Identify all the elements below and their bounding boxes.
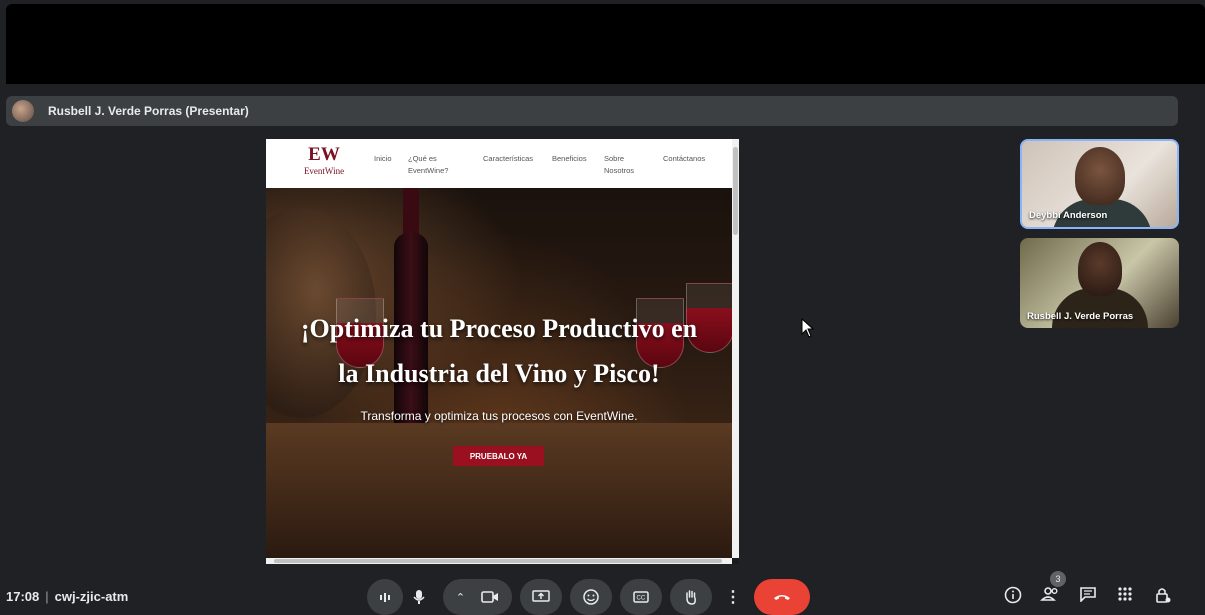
present-screen-button[interactable]: [520, 579, 562, 615]
wooden-table-image: [266, 423, 732, 558]
participant-video: [1074, 147, 1125, 205]
chat-icon: [1080, 587, 1096, 603]
svg-text:CC: CC: [637, 596, 646, 602]
emoji-icon: [583, 589, 599, 605]
logo-mark: EW: [308, 144, 340, 165]
participant-name: Rusbell J. Verde Porras: [1027, 311, 1134, 322]
horizontal-scrollbar[interactable]: [266, 558, 732, 564]
host-controls-icon: [1156, 588, 1171, 603]
camera-control-group[interactable]: ⌃: [443, 579, 512, 615]
more-options-button[interactable]: ⋮: [720, 579, 746, 615]
meeting-info-divider: |: [45, 589, 49, 604]
hero-title-line: ¡Optimiza tu Proceso Productivo en: [300, 314, 698, 343]
participant-tile[interactable]: Rusbell J. Verde Porras: [1020, 238, 1179, 328]
hero-title-line: la Industria del Vino y Pisco!: [338, 359, 660, 388]
logo-text: EventWine: [303, 166, 345, 176]
captions-icon: CC: [633, 591, 649, 603]
audio-level-icon: [380, 593, 390, 602]
presenter-bar: Rusbell J. Verde Porras (Presentar): [6, 96, 1178, 126]
top-black-area: [6, 4, 1205, 84]
hero-section: ¡Optimiza tu Proceso Productivo en la In…: [266, 188, 734, 558]
nav-link-beneficios[interactable]: Beneficios: [552, 153, 587, 165]
more-options-icon: ⋮: [725, 589, 741, 606]
nav-link-sobre-nosotros[interactable]: Sobre Nosotros: [604, 153, 640, 177]
presenter-avatar: [12, 100, 34, 122]
nav-link-inicio[interactable]: Inicio: [374, 153, 392, 165]
vertical-scrollbar[interactable]: [732, 139, 739, 558]
participant-count-badge: 3: [1050, 571, 1066, 587]
host-controls-button[interactable]: [1152, 586, 1174, 606]
hero-subtitle: Transforma y optimiza tus procesos con E…: [360, 409, 638, 423]
emoji-button[interactable]: [570, 579, 612, 615]
nav-link-caracteristicas[interactable]: Características: [483, 153, 533, 165]
presenter-label: Rusbell J. Verde Porras (Presentar): [48, 104, 249, 118]
captions-button[interactable]: CC: [620, 579, 662, 615]
scrollbar-thumb[interactable]: [733, 147, 738, 235]
participant-name: Deybbi Anderson: [1029, 210, 1108, 221]
raise-hand-icon: [686, 590, 696, 605]
mouse-cursor-icon: [801, 318, 815, 338]
eventwine-logo[interactable]: EW EventWine: [298, 145, 350, 177]
meeting-code: cwj-zjic-atm: [54, 589, 129, 604]
audio-level-button[interactable]: [367, 579, 403, 615]
shared-screen: EW EventWine Inicio ¿Qué es EventWine? C…: [266, 139, 739, 564]
people-icon: [1040, 587, 1058, 601]
nav-link-contactanos[interactable]: Contáctanos: [663, 153, 705, 165]
info-icon: [1004, 586, 1022, 604]
info-button[interactable]: [1002, 586, 1024, 606]
chat-button[interactable]: [1077, 586, 1099, 606]
microphone-icon: [413, 590, 425, 604]
microphone-button[interactable]: [403, 579, 435, 615]
activities-button[interactable]: [1114, 586, 1136, 606]
meeting-info: 17:08 | cwj-zjic-atm: [6, 589, 128, 604]
activities-icon: [1118, 587, 1132, 601]
scrollbar-thumb[interactable]: [274, 559, 722, 563]
nav-link-que-es[interactable]: ¿Qué es EventWine?: [408, 153, 456, 177]
raise-hand-button[interactable]: [670, 579, 712, 615]
hero-title: ¡Optimiza tu Proceso Productivo en la In…: [266, 306, 732, 396]
chevron-up-icon[interactable]: ⌃: [456, 591, 465, 604]
site-navbar: EW EventWine Inicio ¿Qué es EventWine? C…: [266, 139, 732, 188]
end-call-icon: [774, 595, 790, 600]
present-screen-icon: [532, 590, 550, 602]
meeting-time: 17:08: [6, 589, 40, 604]
participant-tile[interactable]: Deybbi Anderson: [1020, 139, 1179, 229]
participant-video: [1077, 242, 1122, 296]
people-button[interactable]: [1039, 586, 1061, 606]
camera-icon[interactable]: [481, 591, 499, 603]
try-it-button[interactable]: PRUEBALO YA: [453, 446, 544, 466]
end-call-button[interactable]: [754, 579, 810, 615]
